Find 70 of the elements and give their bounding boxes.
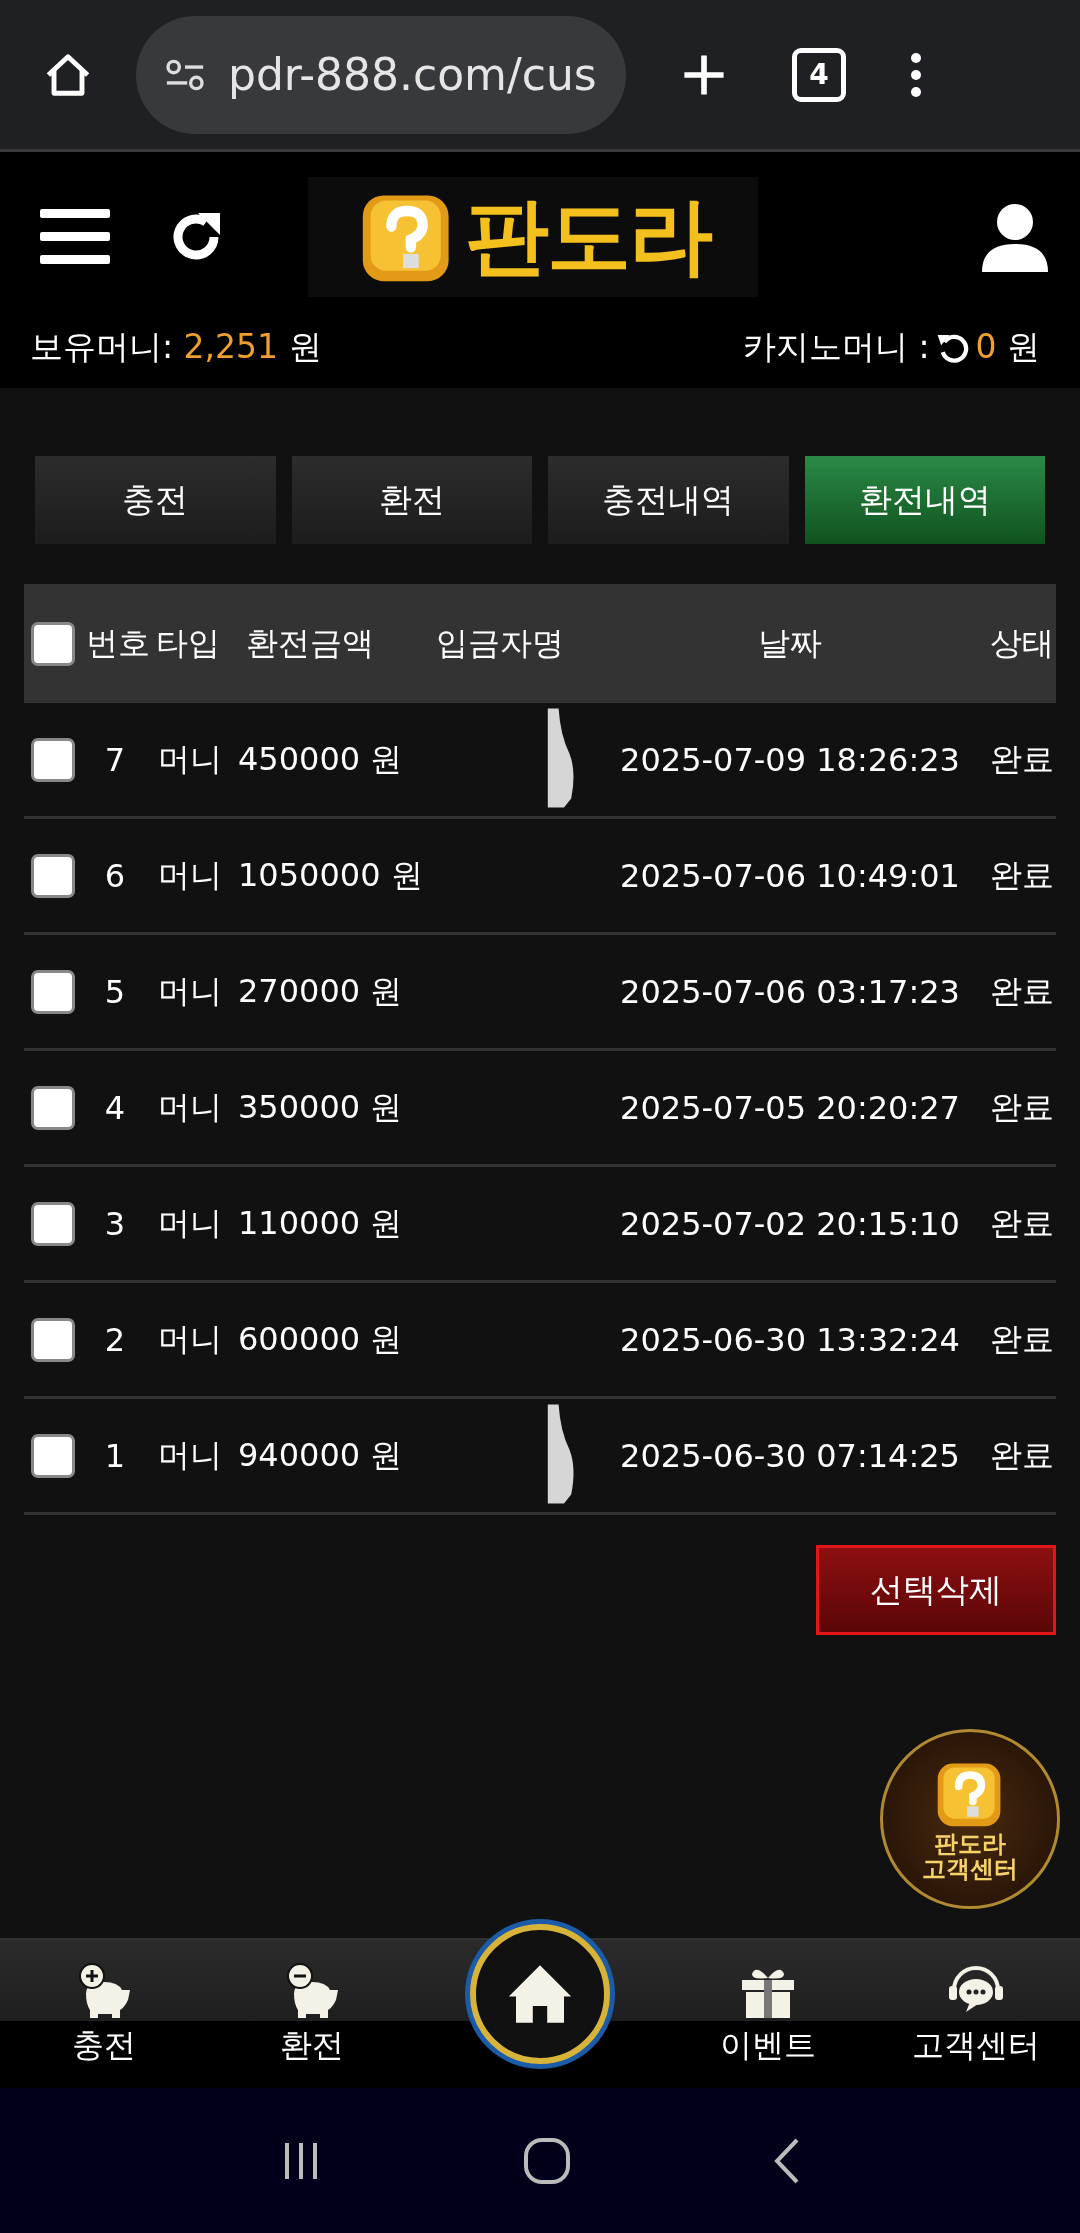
column-header: 날짜	[757, 622, 823, 664]
table-cell-text: 완료	[989, 1318, 1055, 1360]
table-cell-text: 3	[103, 1204, 127, 1243]
table-cell-text: 4	[103, 1088, 127, 1127]
table-cell-text: 완료	[989, 970, 1055, 1012]
table-cell-text: 1050000 원	[237, 854, 424, 896]
table-cell-text: 2025-06-30 13:32:24	[619, 1320, 961, 1359]
table-cell-text: 7	[103, 740, 127, 779]
table-cell-text: 완료	[989, 1202, 1055, 1244]
table-cell-text: 1	[103, 1436, 127, 1475]
row-checkbox[interactable]	[31, 1433, 75, 1478]
nav-label[interactable]: 고객센터	[912, 2024, 1041, 2068]
table-cell-text: 완료	[989, 738, 1055, 780]
table-cell-text: 머니	[157, 1318, 223, 1360]
table-cell-text: 2025-06-30 07:14:25	[619, 1436, 961, 1475]
select-all-checkbox[interactable]	[31, 621, 75, 666]
table-cell-text: 2025-07-05 20:20:27	[619, 1088, 961, 1127]
row-checkbox[interactable]	[31, 969, 75, 1014]
nav-label[interactable]: 환전	[279, 2024, 344, 2068]
table-cell-text: 2025-07-06 10:49:01	[619, 856, 961, 895]
support-center-badge[interactable]: 판도라 고객센터	[880, 1729, 1060, 1909]
tab[interactable]: 환전내역	[804, 456, 1045, 544]
table-cell-text: 450000 원	[237, 738, 404, 780]
logo[interactable]: 판도라	[308, 177, 758, 297]
address-bar[interactable]: pdr-888.com/cus	[136, 15, 626, 134]
balance-text: 보유머니: 2,251 원	[30, 325, 322, 368]
tab[interactable]: 충전내역	[548, 456, 789, 544]
nav-label[interactable]: 충전	[71, 2024, 136, 2068]
table-cell-text: 6	[103, 856, 127, 895]
table-cell-text: 110000 원	[237, 1202, 404, 1244]
table-cell-text: 완료	[989, 1434, 1055, 1476]
logo-text: 판도라	[465, 186, 711, 287]
table-cell-text: 2025-07-06 03:17:23	[619, 972, 961, 1011]
table-cell-text: 940000 원	[237, 1434, 404, 1476]
tab[interactable]: 충전	[35, 456, 276, 544]
table-cell-text: 머니	[157, 970, 223, 1012]
row-checkbox[interactable]	[31, 1085, 75, 1130]
menu-icon[interactable]	[40, 207, 110, 267]
tab[interactable]: 환전	[291, 456, 532, 544]
column-header: 입금자명	[436, 622, 565, 664]
table-cell-text: 2	[103, 1320, 127, 1359]
row-checkbox[interactable]	[31, 737, 75, 782]
table-cell-text: 2025-07-02 20:15:10	[619, 1204, 961, 1243]
badge-text: 판도라	[934, 1831, 1006, 1857]
column-header: 타입	[155, 622, 221, 664]
table-cell-text: 머니	[157, 738, 223, 780]
table-cell-text: 머니	[157, 1434, 223, 1476]
table-cell-text: 머니	[157, 1202, 223, 1244]
table-cell-text: 2025-07-09 18:26:23	[619, 740, 961, 779]
table-cell-text: 완료	[989, 854, 1055, 896]
table-cell-text: 머니	[157, 1086, 223, 1128]
delete-selected-button[interactable]: 선택삭제	[816, 1545, 1056, 1635]
badge-text: 고객센터	[922, 1857, 1018, 1883]
column-header: 번호	[85, 622, 148, 664]
table-cell-text: 600000 원	[237, 1318, 404, 1360]
url-text: pdr-888.com/cus	[228, 49, 597, 100]
row-checkbox[interactable]	[31, 1201, 75, 1246]
casino-money-value: 0 원	[975, 325, 1040, 368]
table-cell-text: 270000 원	[237, 970, 404, 1012]
row-checkbox[interactable]	[31, 1317, 75, 1362]
casino-money-label: 카지노머니 :	[742, 325, 930, 368]
table-cell-text: 완료	[989, 1086, 1055, 1128]
table-cell-text: 350000 원	[237, 1086, 404, 1128]
column-header: 환전금액	[245, 622, 375, 664]
tab-count-button[interactable]: 4	[792, 47, 846, 102]
nav-label[interactable]: 이벤트	[720, 2024, 817, 2068]
table-cell-text: 5	[103, 972, 127, 1011]
table-cell-text: 머니	[157, 854, 223, 896]
row-checkbox[interactable]	[31, 853, 75, 898]
column-header: 상태	[989, 622, 1055, 664]
